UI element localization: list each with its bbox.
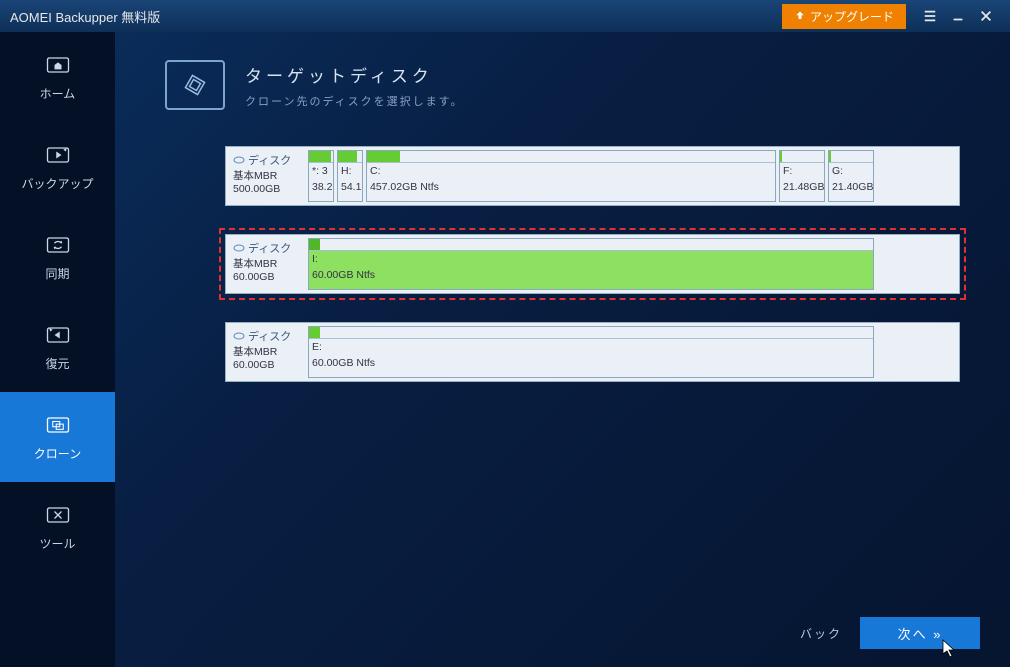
page-subtitle: クローン先のディスクを選択します。 xyxy=(245,93,464,109)
disk-icon xyxy=(233,155,245,165)
footer: バック 次へ » xyxy=(800,617,980,649)
partition[interactable]: E:60.00GB Ntfs xyxy=(308,326,874,378)
partition-size: 60.00GB Ntfs xyxy=(309,355,873,371)
partition-letter: G: xyxy=(829,163,873,179)
disk-icon xyxy=(233,331,245,341)
partition-size: 54.1 xyxy=(338,179,362,195)
partition-size: 21.40GB xyxy=(829,179,873,195)
usage-bar xyxy=(309,327,873,339)
disk-icon xyxy=(233,243,245,253)
disk-size: 500.00GB xyxy=(233,183,301,195)
menu-button[interactable] xyxy=(916,5,944,27)
next-button[interactable]: 次へ » xyxy=(860,617,980,649)
disk-card[interactable]: ディスク基本MBR500.00GB*: 338.2H:54.1C:457.02G… xyxy=(225,146,960,206)
upgrade-icon xyxy=(794,10,806,22)
app-title: AOMEI Backupper 無料版 xyxy=(10,7,782,26)
disk-label-text: ディスク xyxy=(248,240,291,256)
disk-type: 基本MBR xyxy=(233,256,301,271)
page-header: ターゲットディスク クローン先のディスクを選択します。 xyxy=(115,32,1010,128)
main-content: ターゲットディスク クローン先のディスクを選択します。 ディスク基本MBR500… xyxy=(115,32,1010,667)
partition-letter: H: xyxy=(338,163,362,179)
sidebar-item-home[interactable]: ホーム xyxy=(0,32,115,122)
target-disk-icon xyxy=(165,60,225,110)
usage-bar xyxy=(338,151,362,163)
usage-bar xyxy=(367,151,775,163)
partition[interactable]: I:60.00GB Ntfs xyxy=(308,238,874,290)
disk-label-text: ディスク xyxy=(248,152,291,168)
sidebar-item-restore[interactable]: 復元 xyxy=(0,302,115,392)
partition[interactable]: H:54.1 xyxy=(337,150,363,202)
usage-bar xyxy=(780,151,824,163)
sidebar-item-sync[interactable]: 同期 xyxy=(0,212,115,302)
partition-size: 457.02GB Ntfs xyxy=(367,179,775,195)
backup-icon xyxy=(44,143,72,167)
sync-icon xyxy=(44,233,72,257)
disk-label-text: ディスク xyxy=(248,328,291,344)
sidebar-item-clone[interactable]: クローン xyxy=(0,392,115,482)
partition[interactable]: C:457.02GB Ntfs xyxy=(366,150,776,202)
disk-info: ディスク基本MBR60.00GB xyxy=(229,326,305,378)
disk-list: ディスク基本MBR500.00GB*: 338.2H:54.1C:457.02G… xyxy=(115,128,1010,382)
minimize-icon xyxy=(951,9,965,23)
disk-size: 60.00GB xyxy=(233,271,301,283)
titlebar: AOMEI Backupper 無料版 アップグレード xyxy=(0,0,1010,32)
usage-bar xyxy=(309,151,333,163)
partition-size: 38.2 xyxy=(309,179,333,195)
disk-card[interactable]: ディスク基本MBR60.00GBE:60.00GB Ntfs xyxy=(225,322,960,382)
upgrade-button[interactable]: アップグレード xyxy=(782,4,906,29)
back-button[interactable]: バック xyxy=(800,625,842,642)
home-icon xyxy=(44,53,72,77)
page-title: ターゲットディスク xyxy=(245,62,464,87)
disk-info: ディスク基本MBR500.00GB xyxy=(229,150,305,202)
close-icon xyxy=(979,9,993,23)
usage-bar xyxy=(309,239,873,251)
sidebar-item-tools[interactable]: ツール xyxy=(0,482,115,572)
partition-letter: I: xyxy=(309,251,873,267)
disk-size: 60.00GB xyxy=(233,359,301,371)
partition-letter: F: xyxy=(780,163,824,179)
partition-letter: C: xyxy=(367,163,775,179)
partition-letter: E: xyxy=(309,339,873,355)
restore-icon xyxy=(44,323,72,347)
partition-letter: *: 3 xyxy=(309,163,333,179)
close-button[interactable] xyxy=(972,5,1000,27)
disk-type: 基本MBR xyxy=(233,168,301,183)
disk-type: 基本MBR xyxy=(233,344,301,359)
partition-size: 21.48GB xyxy=(780,179,824,195)
disk-card[interactable]: ディスク基本MBR60.00GBI:60.00GB Ntfs xyxy=(225,234,960,294)
disk-info: ディスク基本MBR60.00GB xyxy=(229,238,305,290)
clone-icon xyxy=(44,413,72,437)
partition-size: 60.00GB Ntfs xyxy=(309,267,873,283)
menu-icon xyxy=(923,9,937,23)
partition[interactable]: G:21.40GB xyxy=(828,150,874,202)
sidebar-item-backup[interactable]: バックアップ xyxy=(0,122,115,212)
partition[interactable]: *: 338.2 xyxy=(308,150,334,202)
minimize-button[interactable] xyxy=(944,5,972,27)
tools-icon xyxy=(44,503,72,527)
sidebar: ホーム バックアップ 同期 復元 クローン ツール xyxy=(0,32,115,667)
partition[interactable]: F:21.48GB xyxy=(779,150,825,202)
usage-bar xyxy=(829,151,873,163)
